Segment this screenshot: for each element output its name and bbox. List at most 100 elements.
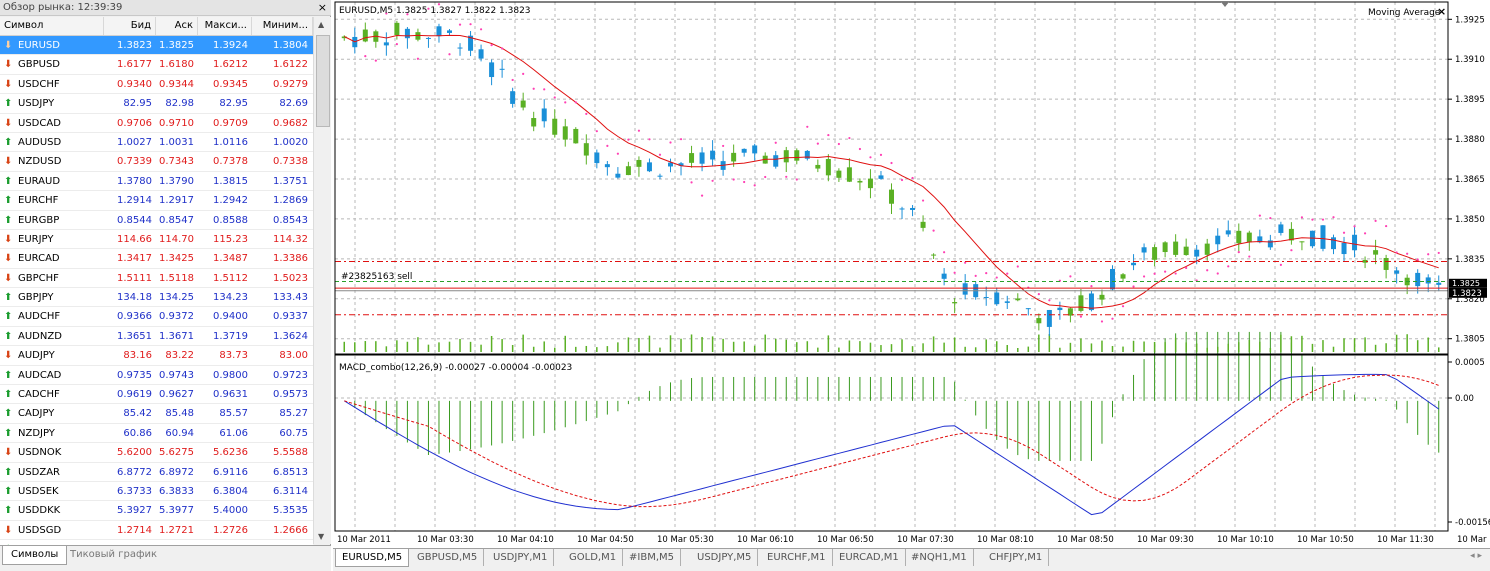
market-row-eurgbp[interactable]: ⬆ EURGBP 0.8544 0.8547 0.8588 0.8543: [0, 210, 313, 230]
market-row-gbpchf[interactable]: ⬇ GBPCHF 1.5111 1.5118 1.5112 1.5023: [0, 268, 313, 289]
candle-body: [1131, 262, 1137, 266]
low-cell: 5.5588: [273, 447, 308, 459]
scroll-up-icon[interactable]: ▲: [318, 20, 324, 29]
ask-cell: 1.3790: [159, 175, 194, 187]
market-row-eurusd[interactable]: ⬇ EURUSD 1.3823 1.3825 1.3924 1.3804: [0, 36, 313, 56]
candle-body: [604, 164, 610, 168]
market-row-nzdusd[interactable]: ⬇ NZDUSD 0.7339 0.7343 0.7378 0.7338: [0, 152, 313, 172]
sar-dot: [574, 101, 577, 104]
market-row-usdzar[interactable]: ⬆ USDZAR 6.8772 6.8972 6.9116 6.8513: [0, 462, 313, 482]
market-row-eurcad[interactable]: ⬇ EURCAD 1.3417 1.3425 1.3487 1.3386: [0, 249, 313, 269]
market-row-usdsek[interactable]: ⬆ USDSEK 6.3733 6.3833 6.3804 6.3114: [0, 481, 313, 502]
market-row-audusd[interactable]: ⬆ AUDUSD 1.0027 1.0031 1.0116 1.0020: [0, 132, 313, 153]
column-header-low[interactable]: Миним...: [252, 17, 313, 35]
column-header-bid[interactable]: Бид: [104, 17, 156, 35]
ask-cell: 1.6180: [159, 59, 194, 71]
close-icon[interactable]: ×: [318, 0, 327, 15]
market-watch-scrollbar[interactable]: ▲ ▼: [313, 17, 331, 544]
arrow-up-icon: ⬆: [4, 505, 13, 517]
scrollbar-thumb[interactable]: [316, 35, 330, 127]
market-row-gbpusd[interactable]: ⬇ GBPUSD 1.6177 1.6180 1.6212 1.6122: [0, 55, 313, 75]
chart-tab-2[interactable]: USDJPY,M1: [487, 549, 555, 566]
sar-dot: [1290, 249, 1293, 252]
chart-tab-0[interactable]: EURUSD,M5: [335, 549, 410, 567]
candle-body: [952, 302, 958, 304]
ask-cell: 1.3671: [159, 330, 194, 342]
chart-tab-8[interactable]: #NQH1,M1: [905, 549, 974, 566]
symbol-name: USDNOK: [18, 447, 62, 459]
market-row-eurjpy[interactable]: ⬇ EURJPY 114.66 114.70 115.23 114.32: [0, 229, 313, 250]
sar-dot: [1206, 269, 1209, 272]
candle-body: [499, 68, 505, 70]
ask-cell: 114.70: [159, 233, 194, 245]
market-row-nzdjpy[interactable]: ⬆ NZDJPY 60.86 60.94 61.06 60.75: [0, 423, 313, 444]
market-row-usdcad[interactable]: ⬇ USDCAD 0.9706 0.9710 0.9709 0.9682: [0, 113, 313, 133]
candle-body: [1141, 247, 1147, 253]
chart-tab-4[interactable]: #IBM,M5: [623, 549, 681, 566]
tab-symbols[interactable]: Символы: [2, 546, 68, 565]
time-label: 10 Mar 07:30: [897, 535, 954, 545]
low-cell: 0.9279: [273, 78, 308, 90]
indicator-close-icon[interactable]: ×: [1437, 5, 1446, 18]
sar-dot: [953, 271, 956, 274]
bid-cell: 0.9366: [117, 311, 152, 323]
high-cell: 82.95: [219, 98, 248, 110]
market-row-cadchf[interactable]: ⬆ CADCHF 0.9619 0.9627 0.9631 0.9573: [0, 385, 313, 405]
candle-body: [1415, 272, 1421, 287]
sar-dot: [974, 274, 977, 277]
market-row-euraud[interactable]: ⬆ EURAUD 1.3780 1.3790 1.3815 1.3751: [0, 171, 313, 192]
ask-cell: 1.5118: [159, 272, 194, 284]
sar-dot: [711, 179, 714, 182]
sar-dot: [1374, 219, 1377, 222]
arrow-down-icon: ⬇: [4, 117, 13, 129]
market-row-usdsgd[interactable]: ⬇ USDSGD 1.2714 1.2721 1.2726 1.2666: [0, 520, 313, 541]
sar-dot: [658, 153, 662, 156]
column-header-high[interactable]: Макси...: [198, 17, 252, 35]
symbol-cell: ⬆ AUDNZD: [4, 327, 104, 346]
chart-tab-3[interactable]: GOLD,M1: [563, 549, 624, 566]
candle-body: [846, 167, 852, 182]
market-row-usdchf[interactable]: ⬇ USDCHF 0.9340 0.9344 0.9345 0.9279: [0, 74, 313, 95]
chart-tab-6[interactable]: EURCHF,M1: [761, 549, 833, 566]
time-label: 10 Mar 03:30: [417, 535, 474, 545]
market-row-usddkk[interactable]: ⬆ USDDKK 5.3927 5.3977 5.4000 5.3535: [0, 501, 313, 521]
market-row-audnzd[interactable]: ⬆ AUDNZD 1.3651 1.3671 1.3719 1.3624: [0, 326, 313, 347]
symbol-name: USDSGD: [18, 524, 62, 536]
bid-cell: 134.18: [117, 292, 152, 304]
candle-body: [1215, 235, 1221, 245]
symbol-cell: ⬇ EURUSD: [4, 36, 104, 55]
market-row-usdnok[interactable]: ⬇ USDNOK 5.6200 5.6275 5.6236 5.5588: [0, 443, 313, 463]
tab-scroll-arrows-icon[interactable]: ◂ ▸: [1470, 551, 1482, 561]
sar-dot: [795, 178, 798, 181]
high-cell: 83.73: [219, 350, 248, 362]
market-row-gbpjpy[interactable]: ⬆ GBPJPY 134.18 134.25 134.23 133.43: [0, 288, 313, 308]
market-row-audcad[interactable]: ⬆ AUDCAD 0.9735 0.9743 0.9800 0.9723: [0, 365, 313, 386]
arrow-down-icon: ⬇: [4, 156, 13, 168]
candle-body: [931, 254, 937, 256]
sar-dot: [848, 136, 851, 140]
bid-cell: 1.3651: [117, 330, 152, 342]
time-label: 10 Mar 06:50: [817, 535, 874, 545]
macd-tick-label: -0.00156: [1455, 518, 1490, 528]
candle-body: [1236, 230, 1242, 244]
market-row-usdjpy[interactable]: ⬆ USDJPY 82.95 82.98 82.95 82.69: [0, 94, 313, 114]
column-header-symbol[interactable]: Символ: [0, 17, 104, 35]
market-row-audchf[interactable]: ⬆ AUDCHF 0.9366 0.9372 0.9400 0.9337: [0, 307, 313, 327]
market-row-cadjpy[interactable]: ⬆ CADJPY 85.42 85.48 85.57 85.27: [0, 404, 313, 424]
chart-tab-5[interactable]: USDJPY,M5: [691, 549, 759, 566]
indicator-label[interactable]: Moving Average: [1368, 8, 1441, 18]
chart-tab-1[interactable]: GBPUSD,M5: [411, 549, 485, 566]
sar-dot: [1321, 218, 1325, 221]
scroll-down-icon[interactable]: ▼: [318, 532, 324, 541]
arrow-down-icon: ⬇: [4, 350, 13, 362]
tab-tick-chart[interactable]: Тиковый график: [62, 546, 165, 564]
low-cell: 82.69: [279, 98, 308, 110]
market-row-eurchf[interactable]: ⬆ EURCHF 1.2914 1.2917 1.2942 1.2869: [0, 191, 313, 211]
market-row-audjpy[interactable]: ⬇ AUDJPY 83.16 83.22 83.73 83.00: [0, 346, 313, 366]
chart-tab-9[interactable]: CHFJPY,M1: [983, 549, 1050, 566]
sar-dot: [1079, 315, 1083, 318]
chart-window[interactable]: 1.3925 1.3910 1.3895 1.3880 1.3865 1.3850 1.38…: [333, 0, 1490, 548]
chart-tab-7[interactable]: EURCAD,M1: [833, 549, 906, 566]
price-chart[interactable]: 1.3925 1.3910 1.3895 1.3880 1.3865 1.3850 1.38…: [333, 0, 1490, 548]
column-header-ask[interactable]: Аск: [156, 17, 198, 35]
